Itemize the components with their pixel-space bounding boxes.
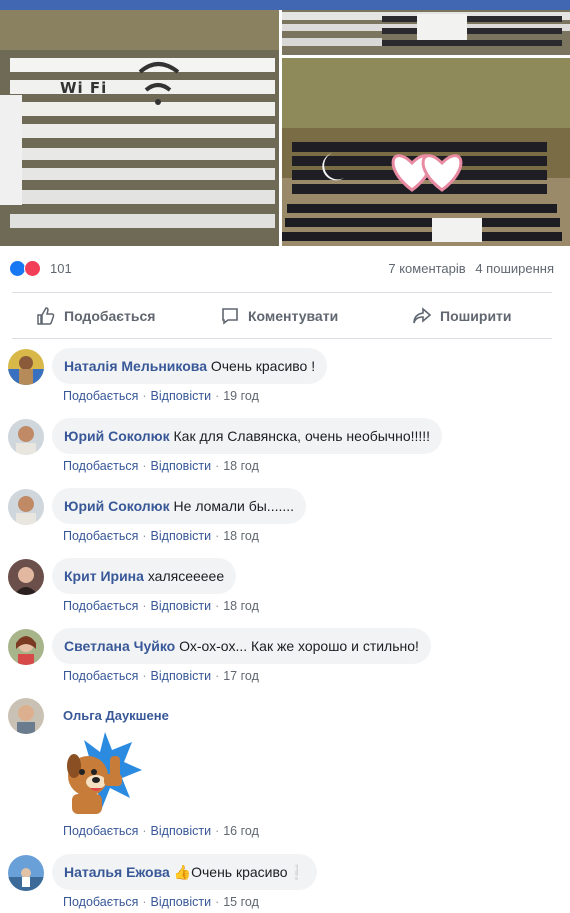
comment-bubble: Юрий Соколюк Как для Славянска, очень не… xyxy=(52,418,443,454)
post-photo-grid: Wi Fi xyxy=(0,10,570,246)
like-button[interactable]: Подобається xyxy=(36,298,155,334)
comment-reply-link[interactable]: Відповісти xyxy=(151,459,212,473)
post-action-bar: Подобається Коментувати Поширити xyxy=(0,298,570,334)
post-stats-bar: 101 7 коментарів 4 поширення xyxy=(0,254,570,284)
comment-meta: Подобається · Відповісти · 18 год xyxy=(63,459,259,473)
comment-text: Не ломали бы....... xyxy=(173,498,295,514)
photo-bench-top[interactable] xyxy=(282,10,570,55)
comment-bubble: Крит Ирина халясеееее xyxy=(52,558,237,594)
comment-text: халясеееее xyxy=(147,568,225,584)
comment-time[interactable]: 18 год xyxy=(223,529,259,543)
comment-meta: Подобається · Відповісти · 15 год xyxy=(63,895,259,909)
comment-time[interactable]: 16 год xyxy=(223,824,259,838)
comment-text: 👍Очень красиво❕ xyxy=(173,864,306,880)
comment-like-link[interactable]: Подобається xyxy=(63,529,138,543)
comment-reply-link[interactable]: Відповісти xyxy=(151,599,212,613)
comment-author[interactable]: Ольга Даукшене xyxy=(63,708,169,723)
comment-author[interactable]: Наталія Мельникова xyxy=(64,358,207,374)
avatar[interactable] xyxy=(8,629,44,665)
comment-author[interactable]: Светлана Чуйко xyxy=(64,638,175,654)
share-label: Поширити xyxy=(440,308,512,324)
comment-text: Ох-ох-ох... Как же хорошо и стильно! xyxy=(179,638,419,654)
reactions-count[interactable]: 101 xyxy=(50,261,72,276)
comment-bubble: Светлана Чуйко Ох-ох-ох... Как же хорошо… xyxy=(52,628,431,664)
comment-time[interactable]: 15 год xyxy=(223,895,259,909)
avatar[interactable] xyxy=(8,855,44,891)
comment-meta: Подобається · Відповісти · 19 год xyxy=(63,389,259,403)
comment-bubble: Наталія Мельникова Очень красиво ! xyxy=(52,348,328,384)
comment-meta: Подобається · Відповісти · 17 год xyxy=(63,669,259,683)
share-icon xyxy=(413,307,432,324)
avatar[interactable] xyxy=(8,349,44,385)
comment-text: Очень красиво ! xyxy=(210,358,316,374)
comment-time[interactable]: 18 год xyxy=(223,599,259,613)
comment-author[interactable]: Юрий Соколюк xyxy=(64,428,170,444)
comment-reply-link[interactable]: Відповісти xyxy=(151,895,212,909)
divider xyxy=(12,292,552,293)
comment-like-link[interactable]: Подобається xyxy=(63,459,138,473)
top-bar xyxy=(0,0,570,10)
comment-author[interactable]: Крит Ирина xyxy=(64,568,144,584)
comment-time[interactable]: 19 год xyxy=(223,389,259,403)
comment-reply-link[interactable]: Відповісти xyxy=(151,824,212,838)
photo-black-hearts-bench[interactable] xyxy=(282,58,570,246)
comment-like-link[interactable]: Подобається xyxy=(63,669,138,683)
avatar[interactable] xyxy=(8,419,44,455)
comment-author[interactable]: Юрий Соколюк xyxy=(64,498,170,514)
comment-like-link[interactable]: Подобається xyxy=(63,824,138,838)
dog-thumbs-up-sticker[interactable] xyxy=(50,730,142,818)
wifi-label: Wi Fi xyxy=(60,79,108,97)
comment-bubble: Юрий Соколюк Не ломали бы....... xyxy=(52,488,307,524)
avatar[interactable] xyxy=(8,489,44,525)
photo-white-wifi-bench[interactable]: Wi Fi xyxy=(0,10,279,246)
like-label: Подобається xyxy=(64,308,156,324)
comment-bubble: Наталья Ежова 👍Очень красиво❕ xyxy=(52,854,318,890)
comment-like-link[interactable]: Подобається xyxy=(63,389,138,403)
avatar[interactable] xyxy=(8,698,44,734)
shares-count[interactable]: 4 поширення xyxy=(475,261,554,276)
comment-button[interactable]: Коментувати xyxy=(220,298,338,334)
thumbs-up-icon xyxy=(37,307,55,325)
comment-meta: Подобається · Відповісти · 18 год xyxy=(63,529,259,543)
love-icon xyxy=(24,260,41,277)
comment-like-link[interactable]: Подобається xyxy=(63,599,138,613)
comment-icon xyxy=(222,308,238,325)
comment-text: Как для Славянска, очень необычно!!!!! xyxy=(173,428,431,444)
comment-author[interactable]: Наталья Ежова xyxy=(64,864,170,880)
share-button[interactable]: Поширити xyxy=(412,298,512,334)
comment-meta: Подобається · Відповісти · 18 год xyxy=(63,599,259,613)
comment-time[interactable]: 18 год xyxy=(223,459,259,473)
comment-reply-link[interactable]: Відповісти xyxy=(151,669,212,683)
avatar[interactable] xyxy=(8,559,44,595)
comment-meta: Подобається · Відповісти · 16 год xyxy=(63,824,259,838)
comment-reply-link[interactable]: Відповісти xyxy=(151,389,212,403)
divider xyxy=(12,338,552,339)
comment-label: Коментувати xyxy=(248,308,339,324)
comment-time[interactable]: 17 год xyxy=(223,669,259,683)
comment-like-link[interactable]: Подобається xyxy=(63,895,138,909)
comments-count[interactable]: 7 коментарів xyxy=(388,261,465,276)
comment-reply-link[interactable]: Відповісти xyxy=(151,529,212,543)
